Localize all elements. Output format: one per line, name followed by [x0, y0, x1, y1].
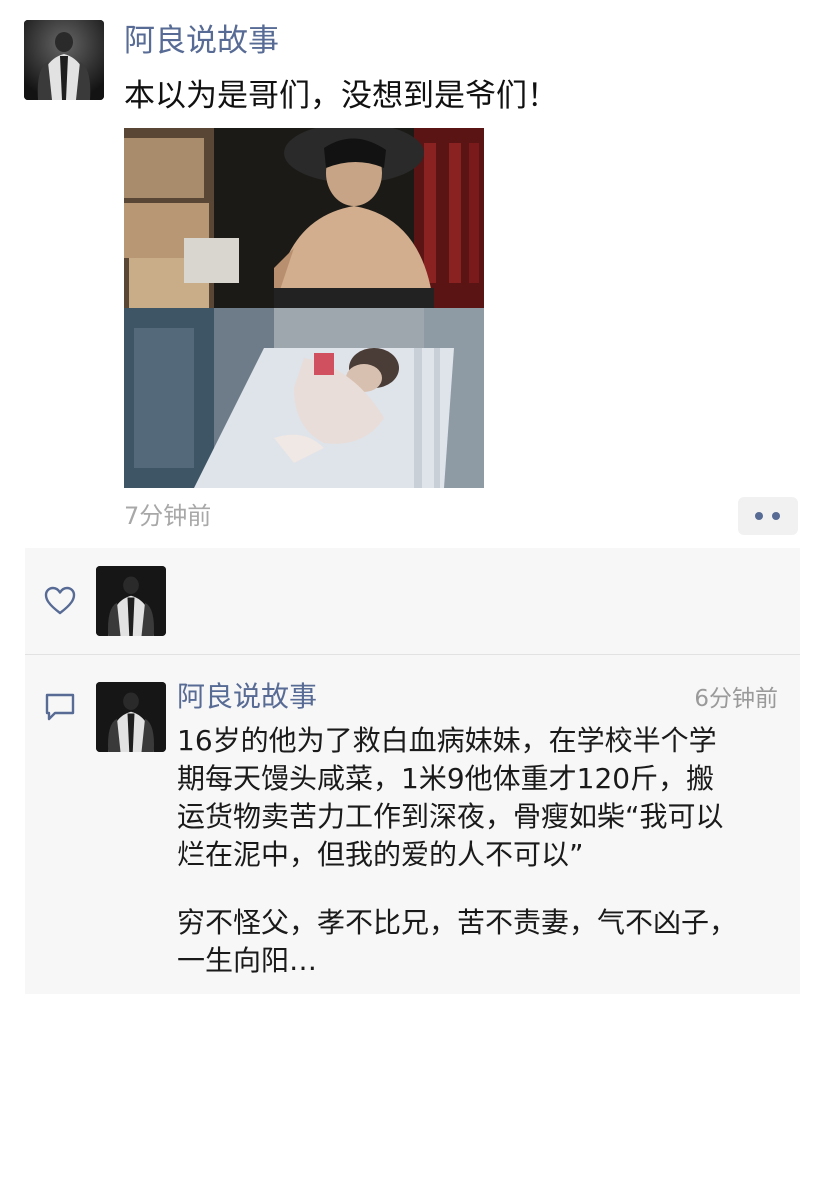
comment-text-line: 期每天馒头咸菜，1米9他体重才120斤，搬 [177, 762, 715, 795]
more-actions-button[interactable] [738, 497, 798, 535]
post-author-name[interactable]: 阿良说故事 [124, 21, 279, 61]
comment-bubble-icon [44, 692, 76, 722]
comment-text-line: 穷不怪父，孝不比兄，苦不责妻，气不凶子， [177, 906, 738, 939]
comment-author-name[interactable]: 阿良说故事 [177, 680, 317, 714]
person-avatar-icon [96, 682, 166, 752]
comment-text-line: 一生向阳… [177, 944, 318, 977]
person-avatar-icon [96, 566, 166, 636]
more-dots-icon [755, 512, 763, 520]
panel-divider [25, 654, 800, 655]
author-avatar[interactable] [24, 20, 104, 100]
comment-avatar[interactable] [96, 682, 166, 752]
post-timestamp: 7分钟前 [124, 502, 212, 530]
heart-icon [44, 586, 76, 616]
more-dots-icon-2 [772, 512, 780, 520]
post-photo-bottom[interactable] [124, 308, 484, 488]
person-avatar-icon [24, 20, 104, 100]
photo-boy-image [124, 128, 484, 308]
post-text: 本以为是哥们，没想到是爷们！ [124, 78, 558, 114]
like-avatar[interactable] [96, 566, 166, 636]
photo-hospital-bed-image [124, 308, 484, 488]
comment-text-line: 16岁的他为了救白血病妹妹，在学校半个学 [177, 724, 717, 757]
comment-text-line: 运货物卖苦力工作到深夜，骨瘦如柴“我可以 [177, 800, 724, 833]
post-photo-top[interactable] [124, 128, 484, 308]
comment-text-line: 烂在泥中，但我的爱的人不可以” [177, 838, 584, 871]
comment-timestamp: 6分钟前 [694, 686, 778, 712]
